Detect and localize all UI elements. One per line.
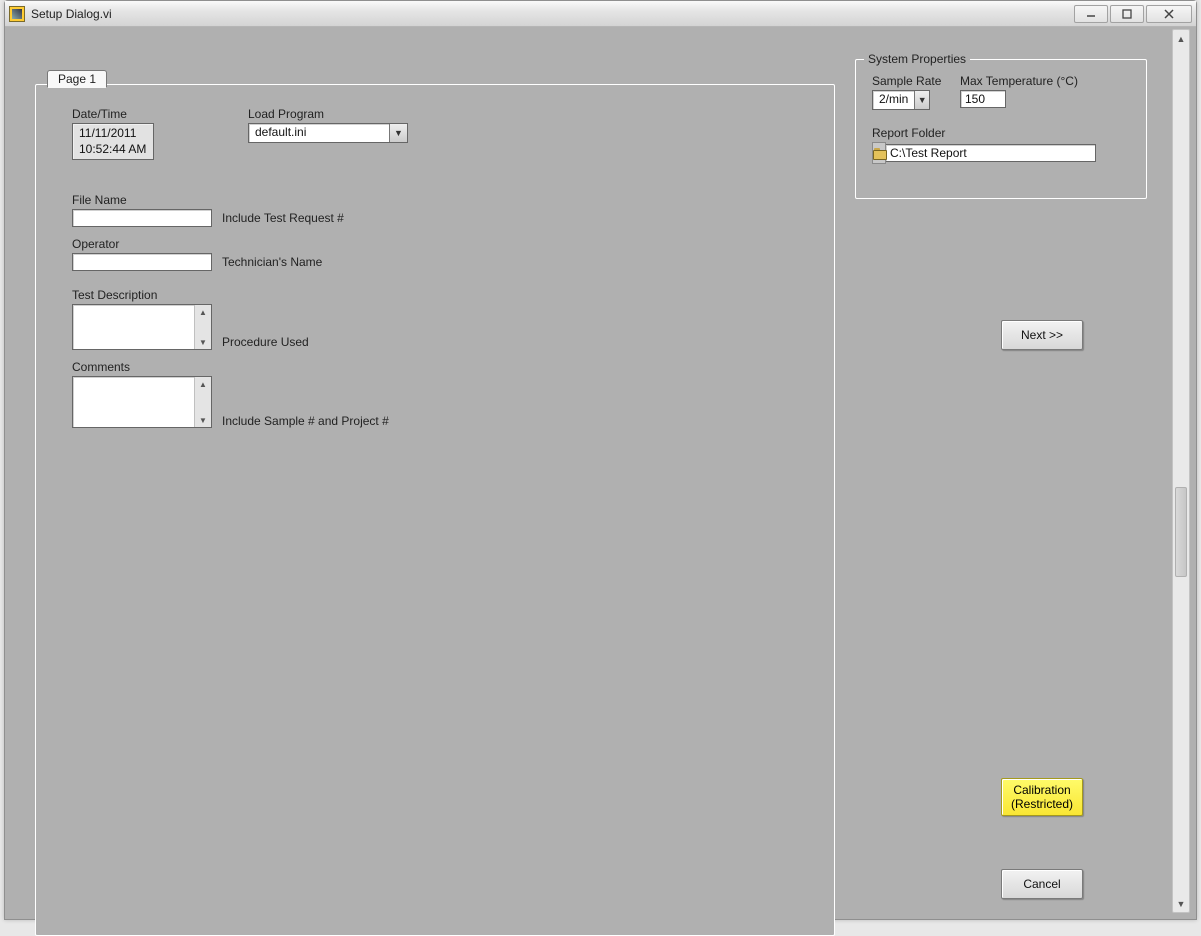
- maximize-icon: [1122, 9, 1132, 19]
- reportfolder-label: Report Folder: [872, 126, 945, 140]
- operator-hint: Technician's Name: [222, 255, 322, 269]
- window-vscrollbar[interactable]: ▲ ▼: [1172, 29, 1190, 913]
- samplerate-label: Sample Rate: [872, 74, 941, 88]
- datetime-field[interactable]: 11/11/2011 10:52:44 AM: [72, 123, 154, 160]
- operator-input[interactable]: [72, 253, 212, 271]
- titlebar[interactable]: Setup Dialog.vi: [5, 1, 1196, 27]
- calibration-label-1: Calibration: [1013, 783, 1070, 797]
- scroll-down-icon[interactable]: ▼: [195, 413, 211, 427]
- cancel-button[interactable]: Cancel: [1001, 869, 1083, 899]
- page1-panel: Date/Time 11/11/2011 10:52:44 AM Load Pr…: [35, 84, 835, 936]
- loadprogram-value: default.ini: [249, 124, 389, 142]
- scroll-down-icon[interactable]: ▼: [1173, 895, 1189, 912]
- loadprogram-label: Load Program: [248, 107, 324, 121]
- system-properties-group: System Properties Sample Rate 2/min ▼ Ma…: [855, 59, 1147, 199]
- maximize-button[interactable]: [1110, 5, 1144, 23]
- calibration-label-2: (Restricted): [1011, 797, 1073, 811]
- close-button[interactable]: [1146, 5, 1192, 23]
- client-area: Page 1 Date/Time 11/11/2011 10:52:44 AM …: [11, 29, 1170, 913]
- chevron-down-icon[interactable]: ▼: [389, 124, 407, 142]
- testdesc-scrollbar[interactable]: ▲ ▼: [194, 305, 211, 349]
- date-value: 11/11/2011: [79, 126, 147, 142]
- comments-scrollbar[interactable]: ▲ ▼: [194, 377, 211, 427]
- next-button-label: Next >>: [1021, 328, 1063, 342]
- loadprogram-combo[interactable]: default.ini ▼: [248, 123, 408, 143]
- maxtemp-label: Max Temperature (°C): [960, 74, 1078, 88]
- operator-label: Operator: [72, 237, 119, 251]
- system-properties-title: System Properties: [864, 52, 970, 66]
- calibration-button[interactable]: Calibration (Restricted): [1001, 778, 1083, 816]
- reportfolder-input[interactable]: [886, 144, 1096, 162]
- time-value: 10:52:44 AM: [79, 142, 147, 158]
- comments-input[interactable]: ▲ ▼: [72, 376, 212, 428]
- app-window: Setup Dialog.vi Page 1 Date/Time 11/11/2…: [4, 0, 1197, 920]
- testdesc-input[interactable]: ▲ ▼: [72, 304, 212, 350]
- testdesc-hint: Procedure Used: [222, 335, 309, 349]
- maxtemp-input[interactable]: [960, 90, 1006, 108]
- window-title: Setup Dialog.vi: [31, 7, 112, 21]
- chevron-down-icon[interactable]: ▼: [914, 91, 929, 109]
- next-button[interactable]: Next >>: [1001, 320, 1083, 350]
- samplerate-combo[interactable]: 2/min ▼: [872, 90, 930, 110]
- filename-input[interactable]: [72, 209, 212, 227]
- scroll-up-icon[interactable]: ▲: [1173, 30, 1189, 47]
- filename-hint: Include Test Request #: [222, 211, 344, 225]
- scroll-thumb[interactable]: [1175, 487, 1187, 577]
- folder-icon: [873, 146, 883, 160]
- minimize-icon: [1086, 9, 1096, 19]
- comments-label: Comments: [72, 360, 130, 374]
- filename-label: File Name: [72, 193, 127, 207]
- tab-page1[interactable]: Page 1: [47, 70, 107, 88]
- datetime-label: Date/Time: [72, 107, 127, 121]
- scroll-track[interactable]: [1173, 47, 1189, 895]
- scroll-up-icon[interactable]: ▲: [195, 305, 211, 319]
- app-icon: [9, 6, 25, 22]
- cancel-button-label: Cancel: [1023, 877, 1060, 891]
- scroll-down-icon[interactable]: ▼: [195, 335, 211, 349]
- scroll-up-icon[interactable]: ▲: [195, 377, 211, 391]
- close-icon: [1163, 9, 1175, 19]
- tab-page1-label: Page 1: [58, 72, 96, 86]
- folder-browse-button[interactable]: [872, 142, 886, 164]
- testdesc-label: Test Description: [72, 288, 157, 302]
- samplerate-value: 2/min: [873, 91, 914, 109]
- comments-hint: Include Sample # and Project #: [222, 414, 389, 428]
- minimize-button[interactable]: [1074, 5, 1108, 23]
